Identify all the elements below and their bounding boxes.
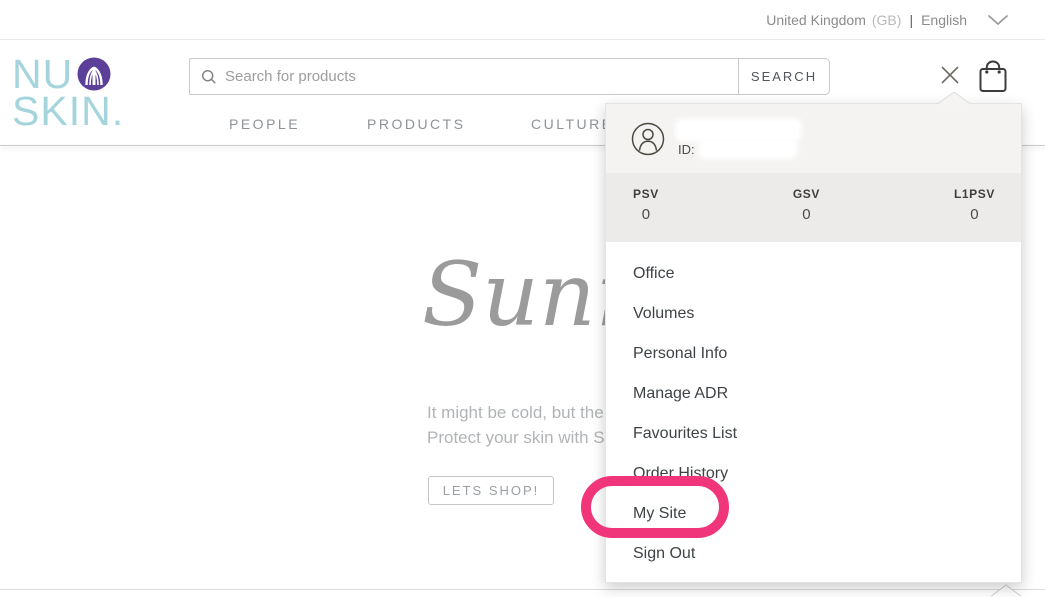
nuskin-logo[interactable]: NU SKIN. <box>12 54 112 132</box>
nav-item-culture[interactable]: CULTURE <box>531 116 614 132</box>
redacted-user-name <box>678 121 799 139</box>
menu-item-my-site[interactable]: My Site <box>606 494 1021 534</box>
logo-line2: SKIN. <box>12 88 124 134</box>
stat-gsv-value: 0 <box>793 206 820 223</box>
account-header: ID: <box>606 104 1021 173</box>
hero-copy-line1: It might be cold, but the <box>427 400 605 425</box>
stat-gsv: GSV 0 <box>793 187 820 242</box>
lets-shop-button[interactable]: LETS SHOP! <box>428 476 554 505</box>
chevron-down-icon[interactable] <box>987 14 1009 26</box>
stat-psv-label: PSV <box>633 187 659 201</box>
search-field[interactable] <box>190 59 738 94</box>
nav-item-products[interactable]: PRODUCTS <box>367 116 466 132</box>
menu-item-personal-info[interactable]: Personal Info <box>606 334 1021 374</box>
locale-region-code: (GB) <box>872 12 902 28</box>
fountain-circle-icon <box>77 57 111 91</box>
menu-item-manage-adr[interactable]: Manage ADR <box>606 374 1021 414</box>
search-button[interactable]: SEARCH <box>738 59 829 94</box>
redacted-user-id <box>701 142 795 156</box>
volume-stats: PSV 0 GSV 0 L1PSV 0 <box>606 173 1021 242</box>
section-divider <box>0 589 1045 590</box>
account-identity: ID: <box>678 121 799 157</box>
menu-item-favourites-list[interactable]: Favourites List <box>606 414 1021 454</box>
search-icon <box>201 69 217 85</box>
section-caret-icon <box>990 584 1022 597</box>
page: United Kingdom (GB) | English NU <box>0 0 1045 597</box>
menu-item-office[interactable]: Office <box>606 254 1021 294</box>
menu-item-order-history[interactable]: Order History <box>606 454 1021 494</box>
menu-item-volumes[interactable]: Volumes <box>606 294 1021 334</box>
stat-psv: PSV 0 <box>633 187 659 242</box>
locale-region: United Kingdom <box>766 12 866 28</box>
nav-item-people[interactable]: PEOPLE <box>229 116 300 132</box>
hero-copy: It might be cold, but the Protect your s… <box>427 400 605 450</box>
account-dropdown: ID: PSV 0 GSV 0 L1PSV 0 Office Volumes P… <box>605 103 1022 583</box>
id-label: ID: <box>678 142 695 157</box>
locale-selector[interactable]: United Kingdom (GB) | English <box>766 12 1009 28</box>
account-menu: Office Volumes Personal Info Manage ADR … <box>606 242 1021 574</box>
search-input[interactable] <box>225 68 738 85</box>
locale-language: English <box>921 12 967 28</box>
stat-l1psv-label: L1PSV <box>954 187 995 201</box>
stat-l1psv-value: 0 <box>954 206 995 223</box>
stat-gsv-label: GSV <box>793 187 820 201</box>
stat-l1psv: L1PSV 0 <box>954 187 995 242</box>
top-bar: United Kingdom (GB) | English <box>0 0 1045 40</box>
dropdown-caret-icon <box>936 92 972 105</box>
shopping-bag-icon[interactable] <box>976 56 1010 93</box>
close-icon[interactable] <box>940 65 960 85</box>
hero-copy-line2: Protect your skin with S <box>427 425 605 450</box>
menu-item-sign-out[interactable]: Sign Out <box>606 534 1021 574</box>
search-bar: SEARCH <box>189 58 830 95</box>
avatar-icon <box>631 122 665 156</box>
stat-psv-value: 0 <box>633 206 659 223</box>
locale-divider: | <box>909 12 913 28</box>
